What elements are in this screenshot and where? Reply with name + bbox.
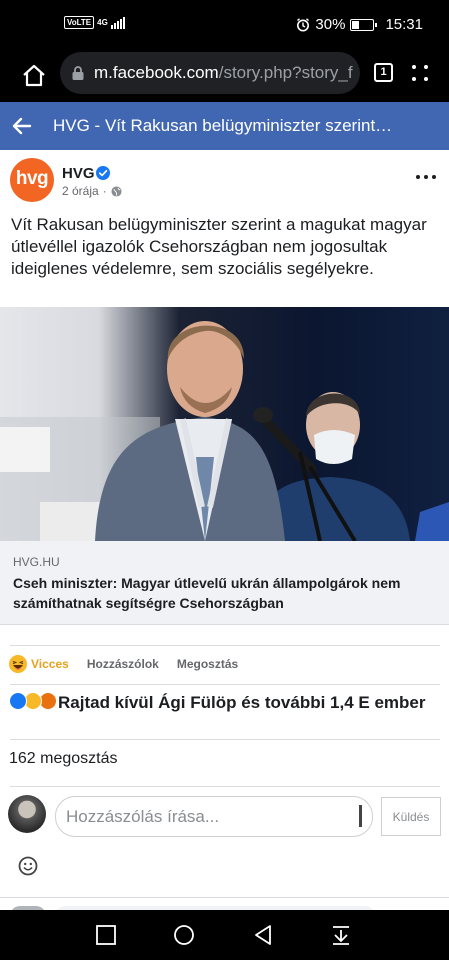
divider [10,684,440,685]
home-nav-icon[interactable] [173,924,195,946]
haha-reaction-icon [9,655,27,673]
comment-input[interactable]: Hozzászólás írása... [55,796,373,837]
post-text: Vít Rakusan belügyminiszter szerint a ma… [11,215,427,278]
page-title: HVG - Vít Rakusan belügyminiszter szerin… [53,116,393,135]
post-actions: Vicces Hozzászólok Megosztás [9,655,256,673]
reactions-summary[interactable]: Rajtad kívül Ági Fülöp és további 1,4 E … [9,692,439,713]
divider [10,786,440,787]
reaction-button[interactable]: Vicces [9,655,69,673]
back-arrow-icon[interactable] [10,114,34,138]
post-image[interactable] [0,307,449,541]
network-indicators: VoLTE 4G [64,16,125,29]
reaction-icons [9,692,57,710]
page-avatar[interactable]: hvg [10,158,54,202]
url-path: /story.php?story_f [218,63,353,82]
page-header: HVG - Vít Rakusan belügyminiszter szerin… [0,102,449,150]
like-reaction-icon [9,692,27,710]
text-cursor [359,805,362,827]
divider [10,739,440,740]
page-name[interactable]: HVG [62,165,95,182]
send-button[interactable]: Küldés [381,797,441,836]
url-host: m.facebook.com [94,63,219,82]
url-text: m.facebook.com/story.php?story_f [94,63,353,83]
hide-nav-icon[interactable] [330,924,352,946]
verified-badge-icon [96,166,110,180]
comment-button[interactable]: Hozzászólok [87,657,159,671]
comment-placeholder: Hozzászólás írása... [66,806,220,826]
link-preview[interactable]: HVG.HU Cseh miniszter: Magyar útlevelű u… [0,541,449,625]
emoji-icon[interactable] [18,856,38,876]
status-right: 30% 15:31 [296,16,423,33]
address-bar[interactable]: m.facebook.com/story.php?story_f [60,52,360,94]
signal-icon [110,16,125,29]
browser-toolbar: m.facebook.com/story.php?story_f 1 [0,52,449,102]
post-time[interactable]: 2 órája [62,184,99,198]
share-count[interactable]: 162 megosztás [9,750,118,768]
divider [10,645,440,646]
user-avatar [8,795,46,833]
battery-icon [350,18,378,31]
clock: 15:31 [385,16,423,33]
home-icon[interactable] [20,62,48,90]
link-title: Cseh miniszter: Magyar útlevelű ukrán ál… [13,575,401,611]
reaction-label: Vicces [31,657,69,671]
meta-separator: · [102,184,107,198]
reactions-text: Rajtad kívül Ági Fülöp és további 1,4 E … [58,693,426,712]
system-nav-bar [0,910,449,960]
volte-badge: VoLTE [64,16,95,29]
status-bar: VoLTE 4G 30% 15:31 [0,0,449,52]
link-domain: HVG.HU [13,555,60,569]
post-meta: 2 órája · [62,184,122,198]
network-type: 4G [97,18,108,27]
more-options-icon[interactable] [416,170,438,184]
battery-percent: 30% [315,16,346,33]
alarm-icon [297,17,310,31]
news-photo [0,321,449,541]
divider [0,897,449,898]
share-button[interactable]: Megosztás [177,657,238,671]
recent-apps-icon[interactable] [95,924,117,946]
lock-icon [72,66,84,80]
back-nav-icon[interactable] [252,924,274,946]
browser-menu-icon[interactable] [412,62,432,84]
globe-icon [111,185,122,197]
tab-switcher-button[interactable]: 1 [374,63,393,82]
